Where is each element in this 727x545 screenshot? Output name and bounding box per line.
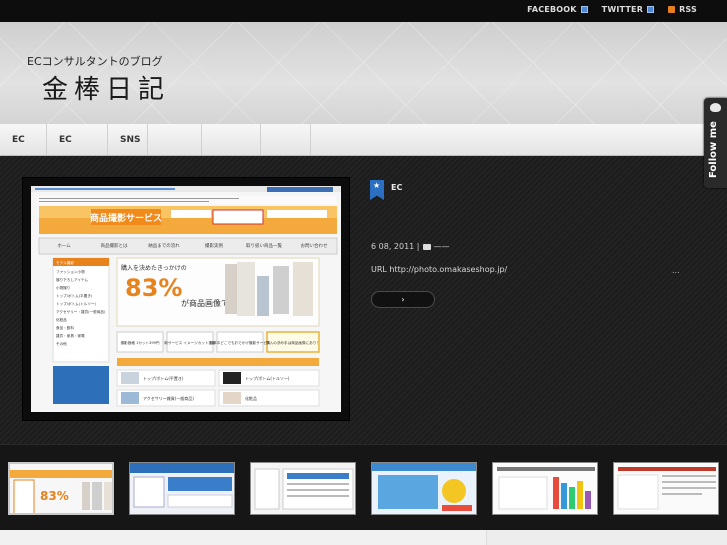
thumbnail-2[interactable] [129,462,235,515]
thumbnail-image [130,463,234,514]
thumbnail-strip: 83% [0,444,727,531]
nav-item-ec[interactable]: EC [0,124,47,155]
star-icon: ★ [373,181,381,190]
svg-text:商品撮影とは: 商品撮影とは [101,242,128,249]
nav-item-sns[interactable]: SNS [108,124,148,155]
post-category[interactable]: EC [391,183,402,192]
svg-text:小物撮り: 小物撮り [56,285,70,290]
website-screenshot-image: 商品撮影サービス ホーム 商品撮影とは 納品までの流れ 撮影実例 取り扱い商品一… [31,186,341,412]
svg-text:撮影価格 1カット399円: 撮影価格 1カット399円 [120,340,159,345]
svg-text:トップ/ボトム(トルソー): トップ/ボトム(トルソー) [245,375,290,381]
twitter-link[interactable]: TWITTER [602,5,655,14]
svg-text:83%: 83% [40,489,69,503]
svg-text:食品・飲料: 食品・飲料 [56,325,74,330]
svg-text:アクセサリー雑貨(一般商品): アクセサリー雑貨(一般商品) [143,395,194,401]
svg-text:トップ/ボトム(平置き): トップ/ボトム(平置き) [56,293,93,298]
social-links: FACEBOOK TWITTER RSS [527,5,697,14]
thumbnail-image [372,463,476,514]
featured-slider: 商品撮影サービス ホーム 商品撮影とは 納品までの流れ 撮影実例 取り扱い商品一… [0,156,727,444]
post-meta: 6 08, 2011 | —— [371,242,450,251]
thumbnail-4[interactable] [371,462,477,515]
external-link-icon [647,6,655,13]
nav-item-5[interactable] [202,124,261,155]
follow-me-label: Follow me [708,121,719,178]
svg-text:ホーム: ホーム [57,243,71,249]
excerpt-ellipsis: ... [672,266,680,275]
svg-text:撮影実例: 撮影実例 [205,242,223,249]
nav-item-4[interactable] [148,124,202,155]
facebook-link[interactable]: FACEBOOK [527,5,588,14]
top-bar: FACEBOOK TWITTER RSS [0,0,727,22]
svg-text:トップ/ボトム(トルソー): トップ/ボトム(トルソー) [56,301,97,306]
svg-text:トップ/ボトム(平置き): トップ/ボトム(平置き) [143,375,184,381]
comment-icon [422,243,431,250]
svg-text:その他: その他 [56,341,67,346]
svg-text:購入を決めたきっかけの: 購入を決めたきっかけの [121,264,187,272]
rss-link[interactable]: RSS [668,5,697,14]
thumbnail-image: 83% [10,464,112,513]
thumbnail-6[interactable] [613,462,719,515]
svg-text:アクセサリー・雑貨(一般商品): アクセサリー・雑貨(一般商品) [56,309,106,314]
thumbnail-1[interactable]: 83% [8,462,114,515]
svg-text:日本中どこでもおでかけ撮影サービス: 日本中どこでもおでかけ撮影サービス [210,340,271,345]
thumbnail-3[interactable] [250,462,356,515]
read-more-button[interactable]: › [371,291,435,308]
svg-text:購入の決め手は商品画像にあり！: 購入の決め手は商品画像にあり！ [266,340,320,345]
svg-text:ファッション小物: ファッション小物 [56,269,85,274]
post-date: 6 08, 2011 | [371,242,420,251]
featured-image[interactable]: 商品撮影サービス ホーム 商品撮影とは 納品までの流れ 撮影実例 取り扱い商品一… [31,186,341,412]
svg-text:商品撮影サービス: 商品撮影サービス [90,212,162,224]
svg-text:取り扱い商品一覧: 取り扱い商品一覧 [246,242,282,249]
svg-text:モデル撮影: モデル撮影 [56,260,74,265]
thumbnail-5[interactable] [492,462,598,515]
external-link-icon [580,6,588,13]
nav-item-ec-2[interactable]: EC [47,124,108,155]
featured-image-frame[interactable]: 商品撮影サービス ホーム 商品撮影とは 納品までの流れ 撮影実例 取り扱い商品一… [23,178,349,420]
svg-text:化粧品: 化粧品 [245,395,257,401]
svg-text:納品までの流れ: 納品までの流れ [148,242,180,249]
svg-text:撮り下ろしアイテム: 撮り下ろしアイテム [56,277,88,282]
svg-text:お問い合わせ: お問い合わせ [301,242,328,249]
site-logo-title[interactable]: 金棒日記 [42,69,170,106]
svg-text:化粧品: 化粧品 [56,317,67,322]
comment-count-link[interactable]: —— [434,242,450,251]
thumbnail-image [614,463,718,514]
rss-icon [668,6,676,13]
main-nav: EC EC SNS [0,124,727,156]
site-header: ECコンサルタントのブログ 金棒日記 [0,22,727,124]
site-subtitle: ECコンサルタントのブログ [27,55,163,68]
svg-text:新サービス イメージカット撮影: 新サービス イメージカット撮影 [164,340,216,345]
post-excerpt: URL http://photo.omakaseshop.jp/ [371,265,508,274]
page-bottom-accent [486,530,727,545]
thumbnail-image [493,463,597,514]
nav-item-6[interactable] [261,124,311,155]
thumbnail-image [251,463,355,514]
twitter-bird-icon [710,103,721,112]
svg-text:雑貨・家具・家電: 雑貨・家具・家電 [56,333,85,338]
svg-text:83%: 83% [125,274,182,302]
